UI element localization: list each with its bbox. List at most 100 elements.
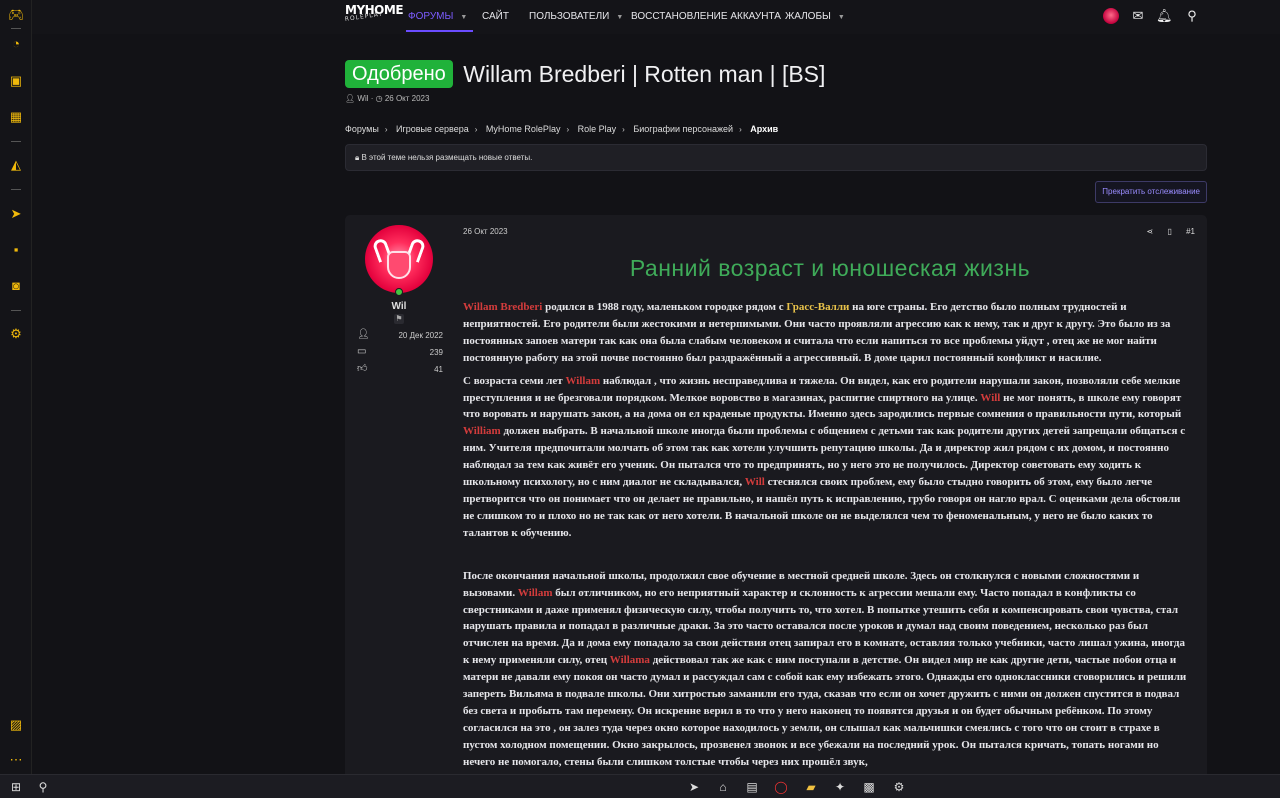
gallery-icon[interactable]: ▨ (8, 717, 24, 733)
paragraph-1: Willam Bredberi родился в 1988 году, мал… (463, 299, 1193, 367)
more-icon[interactable]: ⋯ (8, 752, 24, 768)
chevron-right-icon: › (384, 125, 388, 134)
paragraph-2: С возраста семи лет Willam наблюдал , чт… (463, 373, 1193, 542)
nav-forums[interactable]: ФОРУМЫ ▼ (405, 0, 474, 34)
page-title: Willam Bredberi | Rotten man | [BS] (463, 61, 826, 87)
post-heading: Ранний возраст и юношеская жизнь (629, 255, 1031, 281)
dock-divider (11, 141, 21, 142)
place-name: Грасс-Валли (786, 301, 850, 313)
vk-icon[interactable]: ▪ (8, 242, 24, 258)
text-segment: родился в 1988 году, маленьком городке р… (542, 301, 787, 313)
left-dock: 🎮︎ ◔ ▣ ▦ ◭ ➤ ▪ ◙ ⚙ ▨ ⋯ (0, 0, 32, 774)
stat-joined: 👤︎ 20 Дек 2022 (357, 329, 443, 343)
crumb-myhome[interactable]: MyHome RolePlay (486, 124, 561, 134)
meta-separator: · (368, 94, 376, 103)
crumb-roleplay[interactable]: Role Play (578, 124, 617, 134)
online-indicator (395, 288, 403, 296)
site-logo[interactable]: MYHOME ROLEPLAY (344, 4, 403, 30)
crumb-biographies[interactable]: Биографии персонажей (633, 124, 733, 134)
settings-icon[interactable]: ⚙ (8, 326, 24, 342)
browser-app: 🎮︎ ◔ ▣ ▦ ◭ ➤ ▪ ◙ ⚙ ▨ ⋯ MYHOME ROLEPLAY Ф… (0, 0, 1280, 774)
messages-icon: ▭ (357, 346, 367, 357)
character-name: Willam (565, 374, 601, 387)
stat-messages: ▭ 239 (357, 346, 443, 360)
dock-divider (11, 310, 21, 311)
tool-icon[interactable]: ◭ (8, 157, 24, 173)
reactions-value: 41 (434, 365, 443, 374)
character-name: Will (980, 391, 1001, 404)
thumbs-up-icon: 👍︎ (357, 363, 368, 374)
avatar[interactable] (365, 225, 433, 293)
locked-notice: 🔒︎ В этой теме нельзя размещать новые от… (345, 144, 1207, 171)
chevron-right-icon: › (474, 125, 478, 134)
home-app-icon[interactable]: ⌂ (715, 779, 731, 795)
stat-reactions: 👍︎ 41 (357, 363, 443, 377)
speedometer-icon[interactable]: ◔ (8, 36, 24, 52)
opera-icon[interactable]: ◯ (773, 779, 789, 795)
post-date[interactable]: 26 Окт 2023 (463, 227, 508, 236)
telegram-icon[interactable]: ➤ (686, 779, 702, 795)
nav-account-recovery[interactable]: ВОССТАНОВЛЕНИЕ АККАУНТА (631, 0, 781, 34)
chevron-right-icon: › (566, 125, 570, 134)
character-name: Willama (609, 654, 650, 667)
lock-icon: 🔒︎ (355, 153, 360, 162)
telegram-icon[interactable]: ➤ (8, 206, 24, 222)
character-name: Will (744, 476, 765, 489)
avatar-face (387, 251, 411, 279)
bell-icon[interactable]: 🔔︎ (1156, 8, 1173, 24)
post-body: Willam Bredberi родился в 1988 году, мал… (463, 299, 1193, 774)
chevron-down-icon: ▼ (460, 14, 468, 21)
user-icon: 👤︎ (357, 329, 370, 340)
settings-icon[interactable]: ⚙ (891, 779, 907, 795)
nav-users[interactable]: ПОЛЬЗОВАТЕЛИ ▼ (529, 0, 623, 34)
messages-value[interactable]: 239 (430, 348, 443, 357)
thread-meta: 👤︎ Wil · ◷ 26 Окт 2023 (345, 94, 429, 103)
status-badge: Одобрено (345, 60, 453, 88)
share-icon[interactable]: ⋖ (1147, 227, 1154, 236)
nav-complaints[interactable]: ЖАЛОБЫ ▼ (785, 0, 845, 34)
clock-icon: ◷ (375, 94, 383, 103)
bookmark-icon[interactable]: ▯ (1167, 227, 1171, 236)
thread-date[interactable]: 26 Окт 2023 (385, 94, 430, 103)
discord-icon[interactable]: ◙ (8, 278, 24, 294)
search-icon[interactable]: ⚲ (1184, 8, 1200, 24)
post-tools: ⋖ ▯ #1 (1135, 227, 1195, 236)
app-icon-2[interactable]: ✦ (832, 779, 848, 795)
mail-icon[interactable]: ✉ (1130, 8, 1146, 24)
character-name: Willam Bredberi (463, 301, 543, 313)
text-segment: действовал так же как с ним поступали в … (463, 654, 1187, 768)
account-avatar[interactable] (1103, 8, 1119, 24)
chevron-down-icon: ▼ (616, 14, 624, 21)
nav-site[interactable]: САЙТ (482, 0, 509, 34)
app-icon[interactable]: ▤ (744, 779, 760, 795)
windows-start-icon[interactable]: ⊞ (8, 779, 24, 795)
briefcase-icon[interactable]: ▣ (8, 73, 24, 89)
user-icon: 👤︎ (345, 94, 356, 103)
search-icon[interactable]: ⚲ (35, 779, 51, 795)
folder-icon[interactable]: ▰ (803, 779, 819, 795)
post-number[interactable]: #1 (1186, 227, 1195, 236)
character-name: William (463, 425, 501, 438)
unwatch-button[interactable]: Прекратить отслеживание (1095, 181, 1207, 203)
breadcrumb: Форумы › Игровые сервера › MyHome RolePlay… (345, 124, 778, 134)
crumb-forums[interactable]: Форумы (345, 124, 379, 134)
dock-divider (11, 189, 21, 190)
thread-author[interactable]: Wil (357, 94, 368, 103)
chevron-right-icon: › (622, 125, 625, 134)
post-card: Wil ⚑ 👤︎ 20 Дек 2022 ▭ 239 👍︎ 41 26 Окт … (345, 215, 1207, 774)
paragraph-3: После окончания начальной школы, продолж… (463, 568, 1193, 771)
joined-value: 20 Дек 2022 (398, 331, 443, 340)
chevron-right-icon: › (739, 125, 742, 134)
crumb-game-servers[interactable]: Игровые сервера (396, 124, 469, 134)
text-segment: С возраста семи лет (463, 374, 566, 387)
top-navigation: MYHOME ROLEPLAY ФОРУМЫ ▼ САЙТ ПОЛЬЗОВАТЕЛ… (32, 0, 1280, 34)
chip-icon[interactable]: ▦ (8, 109, 24, 125)
dock-divider (11, 28, 21, 29)
user-role-icon: ⚑ (394, 314, 404, 324)
thread-title-row: Одобрено Willam Bredberi | Rotten man | … (345, 60, 825, 90)
app-icon-3[interactable]: ▩ (861, 779, 877, 795)
crumb-archive[interactable]: Архив (750, 124, 778, 134)
post-username[interactable]: Wil (365, 301, 433, 312)
gamepad-icon[interactable]: 🎮︎ (8, 7, 25, 23)
